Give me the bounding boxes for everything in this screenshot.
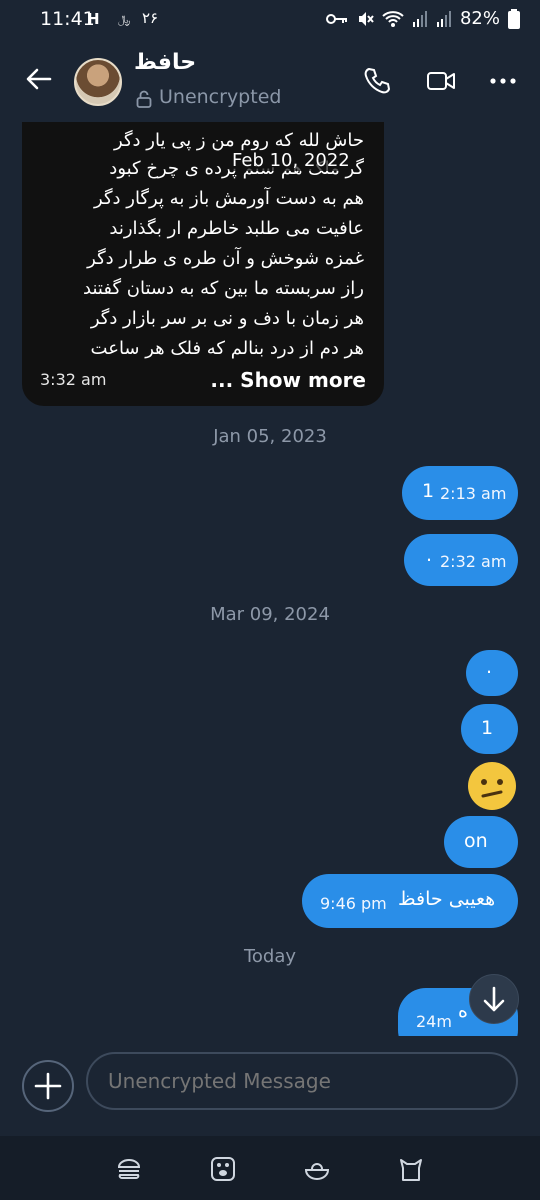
message-input[interactable] — [86, 1052, 518, 1110]
message-text: 1 — [481, 717, 494, 739]
more-icon[interactable] — [488, 68, 518, 94]
message-text: on — [464, 830, 488, 852]
status-number: ۲۶ — [142, 9, 159, 27]
mute-icon — [358, 11, 374, 26]
message-text: . — [486, 656, 493, 678]
poem-line: حاش لله که روم من ز پی یار دگر — [114, 130, 364, 151]
outgoing-message[interactable]: on — [444, 816, 518, 868]
outgoing-message[interactable]: 1 — [461, 704, 518, 754]
poem-line: هم به دست آورمش باز به پرگار دگر — [94, 188, 364, 209]
message-time: 24m — [416, 1012, 452, 1031]
date-overlay: Feb 10, 2022 — [232, 150, 350, 171]
signal-icon — [436, 10, 451, 27]
nav-bar — [0, 1136, 540, 1200]
cat-icon[interactable] — [398, 1156, 424, 1182]
back-arrow-icon[interactable] — [24, 64, 54, 94]
message-time: 2:13 am — [440, 484, 507, 503]
avatar[interactable] — [74, 58, 122, 106]
poem-line: راز سربسته ما بین که به دستان گفتند — [83, 278, 364, 299]
cat-bowl-icon[interactable] — [304, 1156, 330, 1182]
paw-icon[interactable] — [210, 1156, 236, 1182]
poem-line: هر دم از درد بنالم که فلک هر ساعت — [90, 338, 364, 359]
outgoing-message[interactable]: . — [466, 650, 518, 696]
outgoing-message[interactable]: 1 2:13 am — [402, 466, 518, 520]
message-time: 2:32 am — [440, 552, 507, 571]
attach-button[interactable] — [22, 1060, 74, 1112]
status-indicator: H — [87, 10, 100, 28]
poem-line: غمزه شوخش و آن طره ی طرار دگر — [87, 248, 364, 269]
message-text: هعیبی حافظ — [398, 888, 496, 910]
signal-icon — [412, 10, 427, 27]
date-separator: Today — [243, 946, 297, 967]
status-small-text: ﷼ — [118, 13, 131, 26]
message-time: 3:32 am — [40, 370, 107, 389]
outgoing-message[interactable]: 9:46 pm هعیبی حافظ — [302, 874, 518, 928]
confused-face-emoji[interactable] — [468, 762, 516, 810]
status-right: 82% — [325, 8, 520, 29]
phone-icon[interactable] — [362, 66, 392, 96]
composer — [0, 1036, 540, 1136]
message-time: 9:46 pm — [320, 894, 387, 913]
poem-line: عافیت می طلبد خاطرم ار بگذارند — [109, 218, 364, 239]
date-separator: Jan 05, 2023 — [213, 426, 327, 447]
message-list[interactable]: حاش لله که روم من ز پی یار دگر گر ملک هم… — [0, 122, 540, 1036]
lock-icon — [136, 90, 152, 108]
battery-icon — [508, 8, 520, 29]
key-icon — [325, 13, 347, 24]
status-bar: 11:41 H ﷼ ۲۶ 82% — [0, 0, 540, 42]
incoming-message[interactable]: حاش لله که روم من ز پی یار دگر گر ملک هم… — [22, 122, 384, 406]
message-text: 1 — [422, 480, 435, 502]
show-more-link[interactable]: ... Show more — [210, 368, 366, 392]
message-text: . — [426, 544, 433, 566]
poem-line: هر زمان با دف و نی بر سر بازار دگر — [90, 308, 364, 329]
chat-header: حافظ Unencrypted — [0, 42, 540, 122]
date-separator: Mar 09, 2024 — [210, 604, 330, 625]
message-text: ه — [458, 1000, 468, 1022]
wifi-icon — [382, 10, 404, 27]
outgoing-message[interactable]: . 2:32 am — [404, 534, 518, 586]
video-icon[interactable] — [426, 68, 456, 94]
encryption-status: Unencrypted — [159, 86, 282, 108]
burger-icon[interactable] — [116, 1156, 142, 1182]
contact-name[interactable]: حافظ — [134, 50, 196, 75]
scroll-down-button[interactable] — [469, 974, 519, 1024]
arrow-down-icon — [483, 986, 505, 1012]
plus-icon — [34, 1072, 62, 1100]
battery-percent: 82% — [459, 8, 500, 29]
